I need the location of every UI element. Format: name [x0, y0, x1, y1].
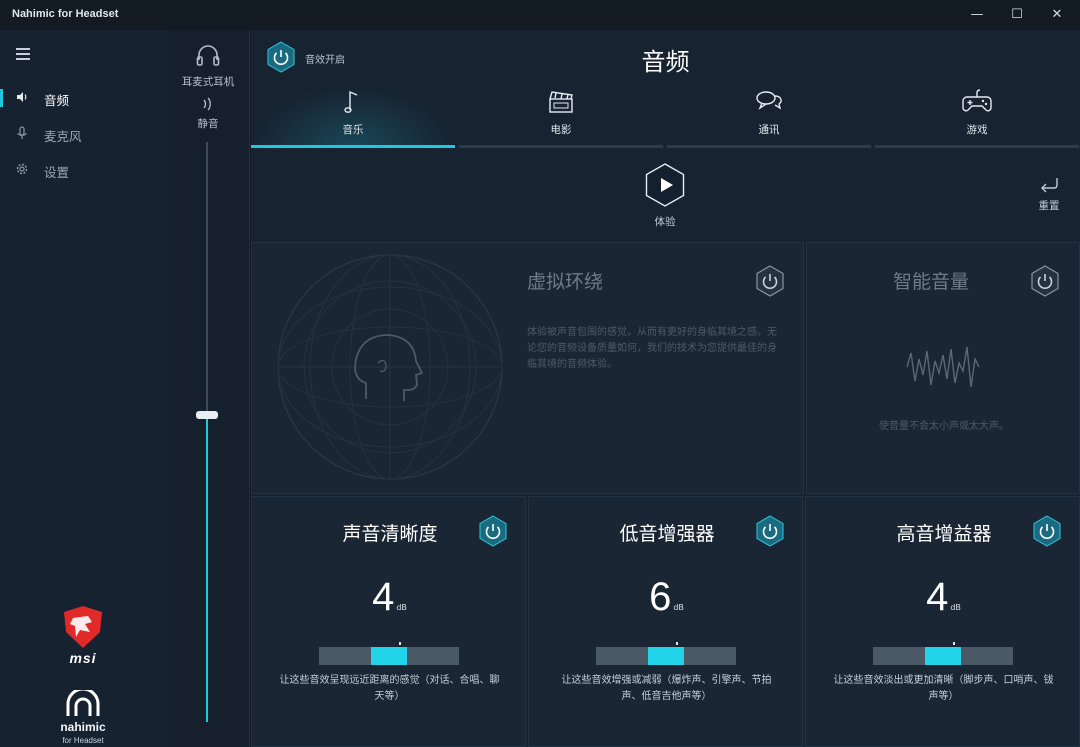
tab-label: 音乐 [342, 124, 364, 136]
experience-label: 体验 [654, 216, 676, 228]
virtual-surround-panel: 虚拟环绕 体验被声音包围的感觉，从而有更好的身临其境之感。无论您的音频设备质量如… [251, 242, 804, 494]
bass-booster-value: 6 dB [529, 575, 804, 620]
play-experience-button[interactable] [643, 163, 687, 207]
slider-tick [953, 642, 955, 645]
treble-booster-title: 高音增益器 [896, 523, 992, 545]
tab-gaming[interactable]: 游戏 [875, 86, 1079, 148]
tab-indicator [875, 145, 1079, 148]
virtual-surround-power-button[interactable] [754, 265, 786, 297]
sidebar: 音频 麦克风 设置 msi nahimic for Headset [0, 30, 168, 747]
value-number: 4 [372, 575, 395, 619]
voice-clarity-value: 4 dB [252, 575, 527, 620]
tab-indicator [251, 145, 455, 148]
sidebar-item-settings[interactable]: 设置 [0, 155, 168, 185]
gear-icon [14, 162, 30, 178]
treble-booster-power-button[interactable] [1031, 515, 1063, 547]
value-unit: dB [673, 603, 684, 612]
slider-tick [399, 642, 401, 645]
voice-clarity-title: 声音清晰度 [342, 523, 438, 545]
bass-booster-title: 低音增强器 [619, 523, 715, 545]
reset-icon[interactable] [1037, 176, 1061, 194]
smart-volume-panel: 智能音量 使音量不会太小声或太大声。 [806, 242, 1080, 494]
voice-clarity-slider[interactable] [319, 642, 459, 665]
bass-booster-description: 让这些音效增强或减弱（爆炸声、引擎声、节拍声、低音吉他声等） [561, 675, 772, 702]
treble-booster-slider[interactable] [873, 642, 1013, 665]
sound-waves-icon[interactable] [201, 96, 215, 112]
msi-brand-text: msi [69, 650, 97, 666]
treble-booster-value: 4 dB [806, 575, 1080, 620]
msi-dragon-logo [64, 606, 102, 648]
tab-movie[interactable]: 电影 [459, 86, 663, 148]
tab-communication[interactable]: 通讯 [667, 86, 871, 148]
nahimic-brand-subtext: for Headset [62, 736, 104, 745]
main-content: 音效开启 音频 音乐 电影 通讯 游戏 体验 重置 虚拟环绕 体验被声音包围的感… [251, 30, 1080, 747]
headphones-icon[interactable] [195, 42, 221, 68]
slider-level [648, 647, 684, 665]
value-number: 4 [926, 575, 949, 619]
voice-clarity-power-button[interactable] [477, 515, 509, 547]
sidebar-item-label: 音频 [44, 93, 70, 108]
music-note-icon [251, 88, 455, 120]
title-bar: Nahimic for Headset — ☐ ✕ [0, 0, 1080, 30]
minimize-button[interactable]: — [960, 4, 994, 26]
smart-volume-power-button[interactable] [1029, 265, 1061, 297]
gamepad-icon [875, 88, 1079, 120]
hamburger-menu-icon[interactable] [16, 48, 30, 63]
sidebar-item-microphone[interactable]: 麦克风 [0, 119, 168, 149]
value-unit: dB [950, 603, 961, 612]
sidebar-item-audio[interactable]: 音频 [0, 83, 168, 113]
bass-booster-slider[interactable] [596, 642, 736, 665]
mute-label[interactable]: 静音 [168, 116, 248, 131]
treble-booster-description: 让这些音效淡出或更加清晰（脚步声、口哨声、钹声等） [833, 675, 1054, 702]
value-unit: dB [396, 603, 407, 612]
tab-music[interactable]: 音乐 [251, 86, 455, 148]
nahimic-logo-icon [66, 690, 100, 716]
close-button[interactable]: ✕ [1040, 4, 1074, 26]
headphone-device-label: 耳麦式耳机 [181, 76, 235, 88]
treble-booster-card: 高音增益器 4 dB 让这些音效淡出或更加清晰（脚步声、口哨声、钹声等） [805, 496, 1080, 747]
voice-clarity-card: 声音清晰度 4 dB 让这些音效呈现远近距离的感觉（对话、合唱、聊天等） [251, 496, 526, 747]
smart-volume-description: 使音量不会太小声或太大声。 [879, 421, 1009, 432]
nahimic-brand-text: nahimic [60, 720, 106, 734]
sidebar-item-label: 设置 [44, 165, 70, 180]
virtual-surround-description: 体验被声音包围的感觉，从而有更好的身临其境之感。无论您的音频设备质量如何，我们的… [527, 327, 777, 370]
waveform-icon [906, 346, 980, 388]
tab-indicator [459, 145, 663, 148]
chat-icon [667, 88, 871, 118]
bass-booster-power-button[interactable] [754, 515, 786, 547]
voice-clarity-description: 让这些音效呈现远近距离的感觉（对话、合唱、聊天等） [279, 675, 500, 702]
slider-level [371, 647, 407, 665]
slider-level [925, 647, 961, 665]
slider-tick [676, 642, 678, 645]
microphone-icon [14, 126, 30, 142]
smart-volume-title: 智能音量 [893, 271, 970, 293]
page-title: 音频 [641, 48, 690, 76]
maximize-button[interactable]: ☐ [1000, 4, 1034, 26]
sidebar-item-label: 麦克风 [44, 129, 82, 144]
device-volume-panel: 耳麦式耳机 静音 [168, 30, 250, 747]
bass-booster-card: 低音增强器 6 dB 让这些音效增强或减弱（爆炸声、引擎声、节拍声、低音吉他声等） [528, 496, 803, 747]
value-number: 6 [649, 575, 672, 619]
tab-label: 电影 [550, 124, 572, 136]
tab-label: 通讯 [758, 124, 780, 136]
volume-slider-thumb[interactable] [196, 410, 218, 419]
volume-slider-fill [206, 414, 208, 722]
clapperboard-icon [459, 88, 663, 120]
tab-label: 游戏 [966, 124, 988, 136]
tab-indicator [667, 145, 871, 148]
window-title: Nahimic for Headset [12, 8, 119, 20]
speaker-icon [14, 90, 30, 106]
surround-sphere-graphic [277, 254, 503, 480]
virtual-surround-title: 虚拟环绕 [527, 271, 604, 293]
reset-label[interactable]: 重置 [1027, 198, 1071, 213]
